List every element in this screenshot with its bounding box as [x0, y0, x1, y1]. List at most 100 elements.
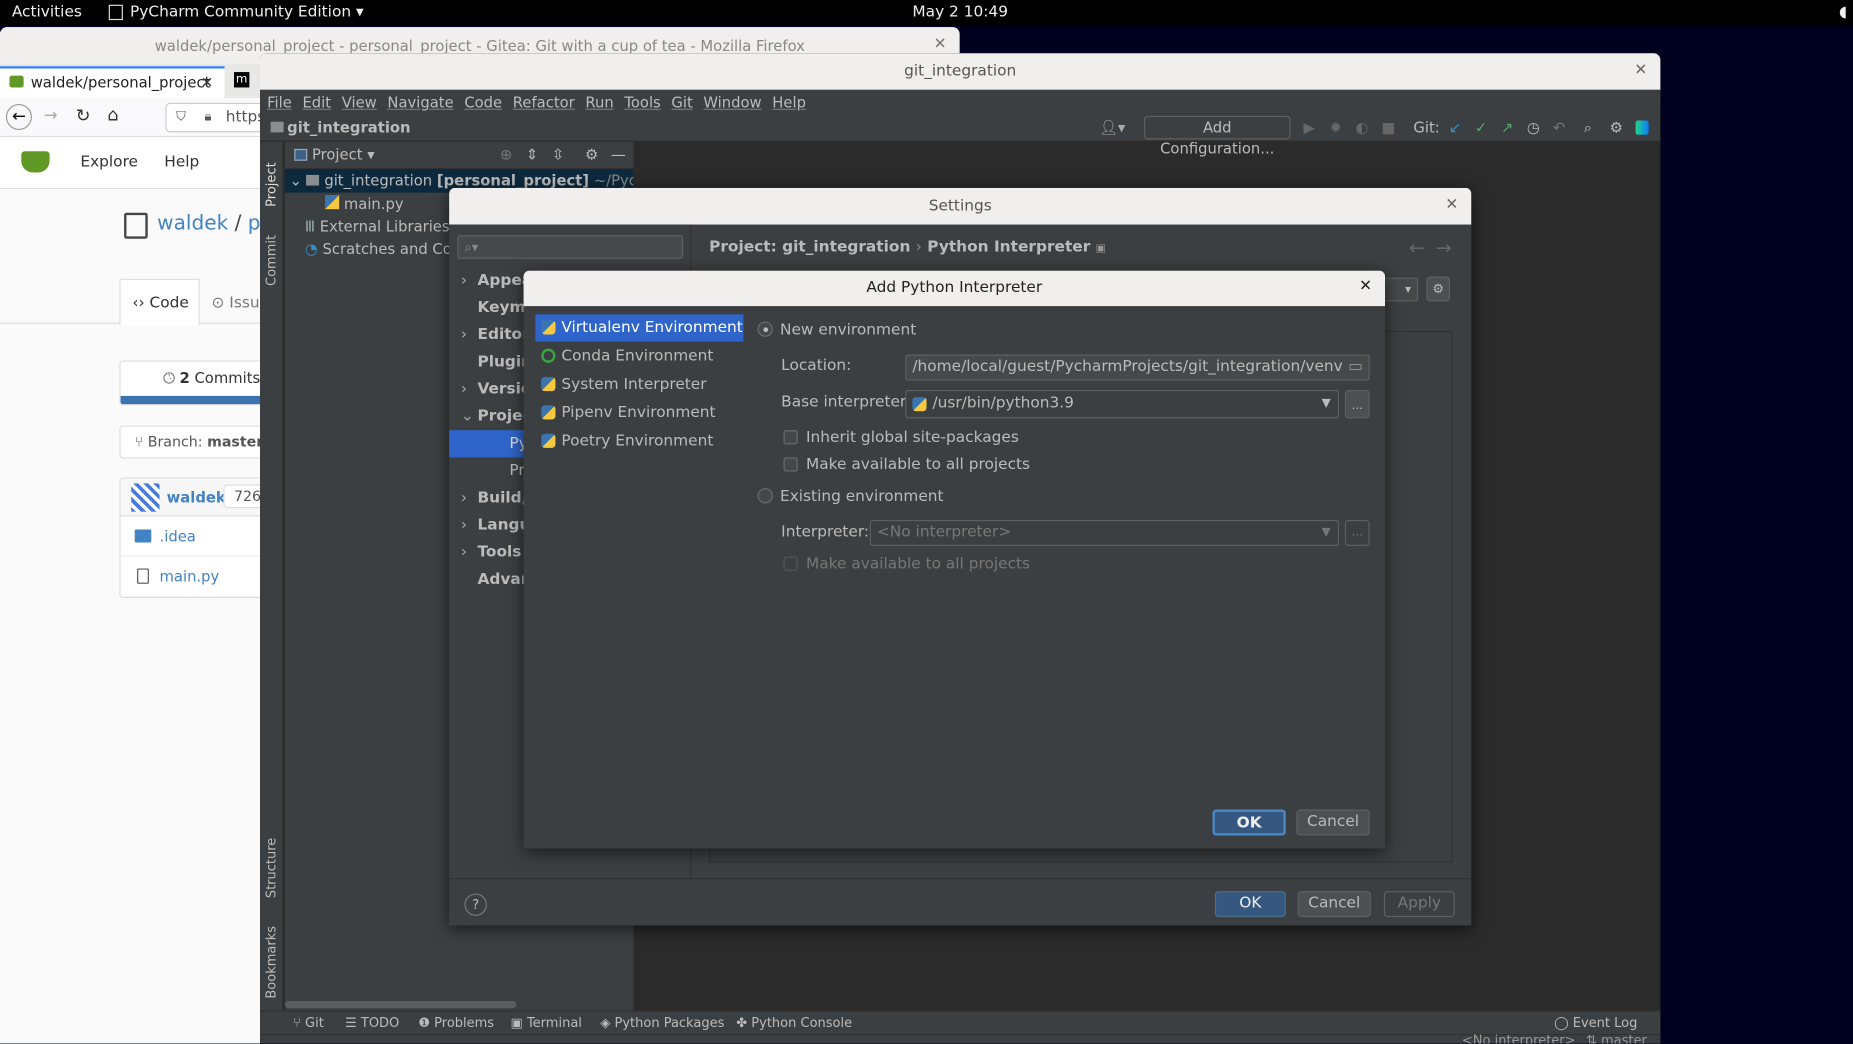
chevron-right-icon[interactable]: › — [461, 321, 478, 348]
project-view-dropdown[interactable]: Project ▾ — [312, 145, 375, 163]
jetbrains-toolbox-icon[interactable] — [1635, 120, 1649, 135]
git-commit-icon[interactable]: ✓ — [1475, 115, 1487, 141]
chevron-right-icon[interactable]: › — [461, 512, 478, 539]
expand-all-icon[interactable]: ⇕ — [526, 143, 538, 167]
git-push-icon[interactable]: ↗ — [1501, 115, 1513, 141]
back-button[interactable]: ← — [5, 103, 32, 130]
side-tab-commit[interactable]: Commit — [264, 227, 279, 286]
add-interpreter-ok-button[interactable]: OK — [1212, 809, 1286, 836]
menu-refactor[interactable]: Refactor — [513, 93, 575, 111]
chevron-right-icon[interactable]: › — [461, 267, 478, 294]
horizontal-scrollbar[interactable] — [284, 1000, 517, 1009]
forward-button[interactable]: → — [44, 106, 58, 125]
navbar-project[interactable]: git_integration — [287, 115, 410, 141]
history-icon[interactable]: ◷ — [1527, 115, 1540, 141]
settings-gear-icon[interactable]: ⚙ — [1610, 115, 1623, 141]
hide-icon[interactable]: — — [611, 143, 626, 167]
settings-close-icon[interactable]: ✕ — [1445, 196, 1458, 214]
menu-git[interactable]: Git — [671, 93, 692, 111]
tool-tab-python-packages[interactable]: ◈ Python Packages — [600, 1012, 724, 1034]
chevron-right-icon[interactable]: › — [461, 485, 478, 512]
add-interpreter-close-icon[interactable]: ✕ — [1359, 278, 1372, 296]
chevron-right-icon[interactable]: › — [461, 376, 478, 403]
tool-tab-git[interactable]: ⑂ Git — [293, 1012, 324, 1034]
interpreter-gear-button[interactable]: ⚙ — [1426, 276, 1451, 302]
chevron-down-icon[interactable]: ⌄ — [461, 403, 478, 430]
make-available-checkbox[interactable]: Make available to all projects — [783, 456, 1030, 474]
gitea-logo[interactable] — [21, 151, 50, 173]
settings-cancel-button[interactable]: Cancel — [1297, 891, 1371, 918]
environment-type-item[interactable]: Pipenv Environment — [535, 399, 743, 426]
base-interpreter-browse-button[interactable]: ... — [1344, 389, 1370, 419]
location-input[interactable]: /home/local/guest/PycharmProjects/git_in… — [905, 354, 1370, 381]
commits-link[interactable]: 🕓︎ 2 Commits — [163, 369, 260, 388]
menu-file[interactable]: File — [267, 93, 292, 111]
reload-button[interactable]: ↻ — [76, 105, 91, 126]
commit-author[interactable]: waldek — [167, 488, 226, 506]
tool-tab-problems[interactable]: ❶ Problems — [418, 1012, 494, 1034]
inherit-global-checkbox[interactable]: Inherit global site-packages — [783, 429, 1019, 447]
tab-code[interactable]: ‹› Code — [119, 278, 200, 325]
existing-make-available-checkbox[interactable]: Make available to all projects — [783, 555, 1030, 573]
tree-item-file[interactable]: main.py — [324, 193, 404, 217]
environment-type-item[interactable]: System Interpreter — [535, 371, 743, 398]
browser-tab-active[interactable]: waldek/personal_project ✕ — [0, 66, 225, 99]
forward-arrow-icon[interactable]: → — [1436, 236, 1452, 258]
settings-apply-button[interactable]: Apply — [1383, 891, 1455, 918]
home-button[interactable]: ⌂ — [108, 104, 119, 125]
help-button[interactable]: ? — [464, 893, 487, 916]
tree-item-scratches[interactable]: ◔ Scratches and Cons — [305, 238, 470, 262]
activities-button[interactable]: Activities — [12, 4, 82, 22]
search-icon[interactable]: ⌕ — [1584, 115, 1592, 141]
clock[interactable]: May 2 10:49 — [898, 4, 1022, 22]
lock-icon[interactable]: 🔒︎ — [204, 109, 211, 126]
environment-type-item[interactable]: Poetry Environment — [535, 428, 743, 455]
tool-tab-python-console[interactable]: ✤ Python Console — [736, 1012, 852, 1034]
existing-interpreter-dropdown[interactable]: <No interpreter> ▼ — [869, 519, 1339, 546]
menu-view[interactable]: View — [342, 93, 377, 111]
stop-icon[interactable]: ■ — [1382, 115, 1396, 141]
menu-run[interactable]: Run — [585, 93, 613, 111]
browse-folder-icon[interactable]: ▭ — [1348, 356, 1363, 380]
menu-window[interactable]: Window — [703, 93, 761, 111]
breadcrumb-project[interactable]: Project: git_integration — [709, 239, 910, 257]
side-tab-bookmarks[interactable]: Bookmarks — [264, 916, 279, 999]
git-update-icon[interactable]: ↙ — [1449, 115, 1461, 141]
environment-type-item[interactable]: Virtualenv Environment — [535, 314, 744, 342]
settings-ok-button[interactable]: OK — [1214, 891, 1286, 918]
tool-tab-event-log[interactable]: ◯ Event Log — [1554, 1012, 1637, 1034]
volume-icon[interactable]: ◖ — [1839, 4, 1847, 22]
firefox-close-icon[interactable]: ✕ — [934, 35, 947, 53]
existing-environment-radio[interactable]: Existing environment — [757, 488, 944, 506]
file-name[interactable]: main.py — [160, 567, 220, 585]
existing-interpreter-browse-button[interactable]: ... — [1344, 519, 1370, 546]
chevron-right-icon[interactable]: › — [461, 539, 478, 566]
new-environment-radio[interactable]: New environment — [757, 321, 916, 339]
app-menu[interactable]: PyCharm Community Edition ▾ — [130, 4, 364, 22]
add-interpreter-cancel-button[interactable]: Cancel — [1296, 809, 1370, 836]
file-name[interactable]: .idea — [160, 527, 196, 545]
menu-edit[interactable]: Edit — [302, 93, 331, 111]
base-interpreter-dropdown[interactable]: /usr/bin/python3.9 ▼ — [905, 389, 1339, 419]
tool-tab-todo[interactable]: ☰ TODO — [345, 1012, 399, 1034]
repo-owner-link[interactable]: waldek — [157, 212, 228, 236]
status-branch[interactable]: ⇅ master — [1586, 1033, 1647, 1044]
coverage-icon[interactable]: ◐ — [1356, 115, 1369, 141]
shield-icon[interactable]: ⛉ — [176, 109, 186, 126]
settings-search-input[interactable]: ⌕▾ — [457, 235, 684, 259]
menu-navigate[interactable]: Navigate — [387, 93, 453, 111]
status-interpreter[interactable]: <No interpreter> — [1462, 1033, 1576, 1044]
rollback-icon[interactable]: ↶ — [1553, 115, 1565, 141]
back-arrow-icon[interactable]: ← — [1409, 236, 1425, 258]
gear-icon[interactable]: ⚙ — [585, 143, 598, 167]
browser-tab-2-favicon[interactable]: m — [233, 72, 250, 88]
user-avatar[interactable] — [131, 483, 160, 512]
run-icon[interactable]: ▶ — [1304, 115, 1315, 141]
add-configuration-button[interactable]: Add Configuration... — [1143, 115, 1291, 157]
nav-explore[interactable]: Explore — [80, 154, 138, 172]
nav-help[interactable]: Help — [164, 154, 199, 172]
tab-issues[interactable]: ⊙ Issu — [212, 294, 260, 312]
user-icon[interactable]: 👤︎▾ — [1099, 115, 1125, 141]
menu-tools[interactable]: Tools — [624, 93, 660, 111]
menu-code[interactable]: Code — [464, 93, 502, 111]
